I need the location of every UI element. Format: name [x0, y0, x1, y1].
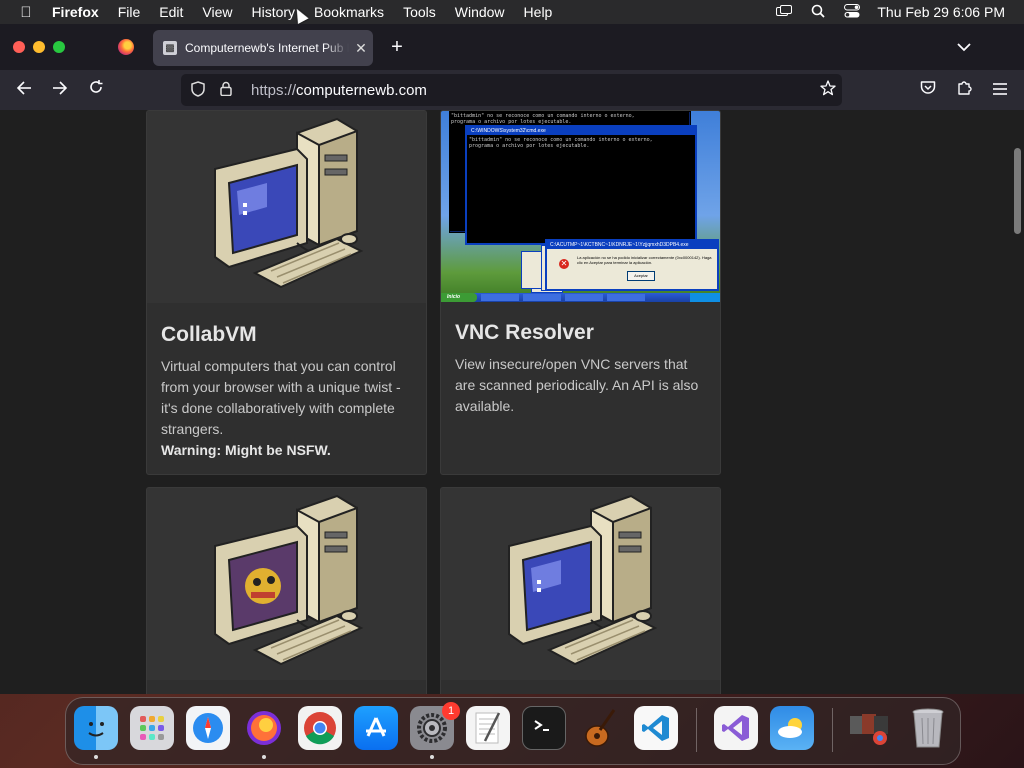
- menubar-clock[interactable]: Thu Feb 29 6:06 PM: [869, 4, 1024, 20]
- chrome-icon[interactable]: [298, 706, 342, 750]
- running-indicator: [94, 755, 98, 759]
- error-icon: ✕: [559, 259, 569, 269]
- system-settings-icon[interactable]: 1: [410, 702, 460, 759]
- menu-window[interactable]: Window: [446, 0, 515, 24]
- menu-bookmarks[interactable]: Bookmarks: [305, 0, 394, 24]
- windows-xp-screenshot: "bittadmin" no se reconoce como un coman…: [441, 111, 720, 302]
- notification-badge: 1: [442, 702, 460, 720]
- reload-icon[interactable]: [84, 78, 108, 102]
- new-tab-button[interactable]: +: [386, 36, 408, 58]
- weather-icon[interactable]: [770, 706, 814, 750]
- dock-separator: [696, 708, 697, 752]
- card-collabvm[interactable]: CollabVM Virtual computers that you can …: [146, 110, 427, 475]
- firefox-window: ▩ Computernewb's Internet Pub H ✕ + http…: [0, 24, 1024, 694]
- safari-icon[interactable]: [186, 706, 230, 750]
- textedit-icon[interactable]: [466, 706, 510, 750]
- finder-icon[interactable]: [74, 706, 118, 759]
- card-vnc-resolver[interactable]: "bittadmin" no se reconoce como un coman…: [440, 110, 721, 475]
- card-description: Virtual computers that you can control f…: [161, 356, 413, 461]
- extensions-puzzle-icon[interactable]: [952, 78, 976, 102]
- terminal-icon[interactable]: [522, 706, 566, 750]
- close-tab-icon[interactable]: ✕: [349, 40, 373, 57]
- url-bar[interactable]: https://computernewb.com: [181, 74, 842, 106]
- bookmark-star-icon[interactable]: [820, 80, 836, 101]
- card-description-text: Virtual computers that you can control f…: [161, 358, 401, 437]
- menu-tools[interactable]: Tools: [394, 0, 446, 24]
- list-all-tabs-chevron-icon[interactable]: [952, 36, 976, 58]
- site-favicon-icon: ▩: [163, 41, 177, 55]
- cmd-line: programa o archivo por lotes ejecutable.: [469, 143, 590, 149]
- running-indicator: [430, 755, 434, 759]
- dock-separator: [832, 708, 833, 752]
- menu-app-name[interactable]: Firefox: [52, 0, 109, 24]
- firefox-icon: [118, 39, 134, 55]
- retro-computer-icon: [214, 117, 364, 289]
- error-dialog: C:\ACUTMP~1\KCTBNC~1\KDNRJE~1\YzjjqmxhD3…: [545, 239, 719, 291]
- error-accept-button: Aceptar: [627, 271, 655, 281]
- card-description: View insecure/open VNC servers that are …: [455, 356, 699, 414]
- cmd-title: C:\WINDOWS\system32\cmd.exe: [467, 127, 695, 135]
- menu-file[interactable]: File: [109, 0, 151, 24]
- tab-title: Computernewb's Internet Pub H: [185, 41, 349, 55]
- apple-menu-icon[interactable]: : [0, 4, 52, 21]
- menu-bar:  Firefox File Edit View History Bookmar…: [0, 0, 1024, 24]
- error-text: La aplicación no se ha podido inicializa…: [577, 255, 712, 265]
- active-tab[interactable]: ▩ Computernewb's Internet Pub H ✕: [153, 30, 373, 66]
- menu-help[interactable]: Help: [515, 0, 563, 24]
- url-host: computernewb.com: [296, 81, 427, 99]
- card-warning: Warning: Might be NSFW.: [161, 442, 331, 458]
- card-image: [147, 488, 426, 680]
- firefox-dock-icon[interactable]: [242, 706, 286, 759]
- xp-taskbar: Inicio: [441, 293, 720, 302]
- pocket-icon[interactable]: [916, 78, 940, 102]
- forward-arrow-icon[interactable]: [48, 78, 72, 102]
- retro-computer-game-icon: [214, 494, 364, 666]
- card-computer[interactable]: [440, 487, 721, 694]
- card-image: [147, 111, 426, 303]
- menu-view[interactable]: View: [193, 0, 242, 24]
- screen-mirroring-icon[interactable]: [767, 4, 801, 20]
- card-image: [441, 488, 720, 680]
- downloads-stack-icon[interactable]: [848, 706, 892, 750]
- menu-edit[interactable]: Edit: [150, 0, 193, 24]
- vscode-icon[interactable]: [634, 706, 678, 750]
- spotlight-search-icon[interactable]: [801, 4, 835, 21]
- vertical-scrollbar[interactable]: [1012, 110, 1024, 694]
- retro-computer-icon: [508, 494, 658, 666]
- tracking-protection-shield-icon[interactable]: [189, 80, 207, 100]
- lock-icon[interactable]: [217, 81, 235, 99]
- visual-studio-icon[interactable]: [714, 706, 758, 750]
- scrollbar-thumb[interactable]: [1014, 148, 1021, 234]
- navigation-toolbar: https://computernewb.com: [0, 70, 1024, 110]
- app-store-icon[interactable]: [354, 706, 398, 750]
- launchpad-icon[interactable]: [130, 706, 174, 750]
- pinned-tab-firefox[interactable]: [108, 32, 144, 62]
- dock: 1: [65, 697, 961, 765]
- back-arrow-icon[interactable]: [12, 78, 36, 102]
- card-game-computer[interactable]: [146, 487, 427, 694]
- control-center-icon[interactable]: [835, 3, 869, 21]
- garageband-icon[interactable]: [578, 706, 622, 750]
- error-title: C:\ACUTMP~1\KCTBNC~1\KDNRJE~1\YzjjqmxhD3…: [547, 241, 717, 249]
- cmd-window: C:\WINDOWS\system32\cmd.exe "bittadmin" …: [465, 125, 697, 245]
- trash-icon[interactable]: [906, 706, 950, 750]
- window-minimize-button[interactable]: [33, 41, 45, 53]
- tab-bar: ▩ Computernewb's Internet Pub H ✕ +: [0, 24, 1024, 70]
- url-text[interactable]: https://computernewb.com: [251, 82, 427, 99]
- xp-start-button: Inicio: [441, 293, 477, 302]
- url-scheme: https://: [251, 81, 297, 99]
- running-indicator: [262, 755, 266, 759]
- hamburger-menu-icon[interactable]: [988, 78, 1012, 102]
- window-zoom-button[interactable]: [53, 41, 65, 53]
- card-title[interactable]: VNC Resolver: [455, 321, 594, 345]
- window-close-button[interactable]: [13, 41, 25, 53]
- card-title[interactable]: CollabVM: [161, 323, 257, 347]
- page-content: CollabVM Virtual computers that you can …: [0, 110, 1024, 694]
